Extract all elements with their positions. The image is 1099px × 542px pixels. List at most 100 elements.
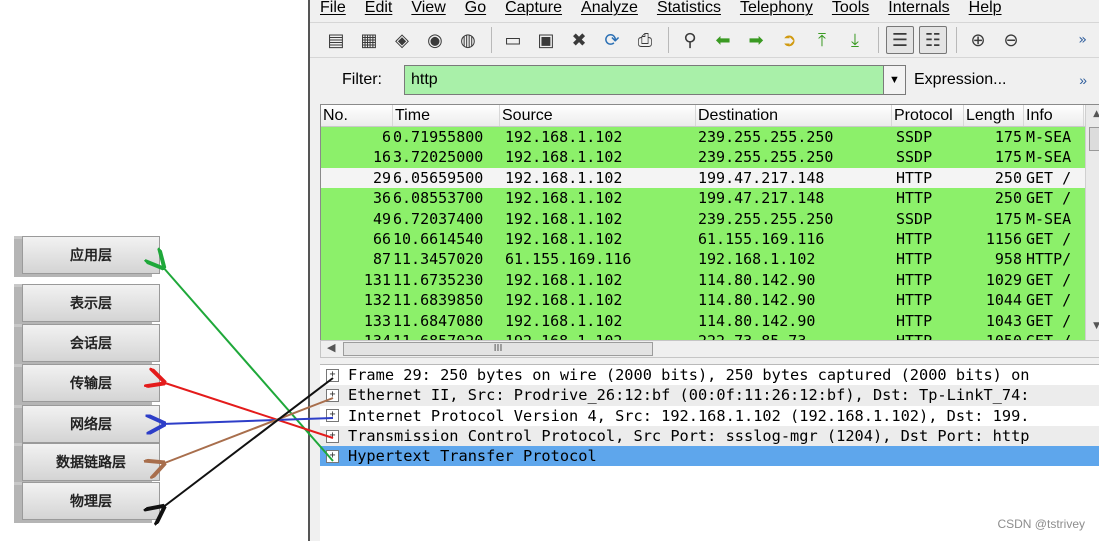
toolbar-overflow-icon[interactable]: » [1078, 32, 1087, 48]
detail-row-ethernet[interactable]: + Ethernet II, Src: Prodrive_26:12:bf (0… [320, 385, 1099, 406]
table-row[interactable]: 29 6.05659500 192.168.1.102 199.47.217.148 H… [321, 167, 1099, 189]
expand-icon[interactable]: + [326, 409, 339, 423]
osi-layer-session: 会话层 [22, 324, 160, 362]
table-row[interactable]: 16 3.72025000 192.168.1.102 239.255.255.250… [321, 147, 1099, 168]
expand-icon[interactable]: + [326, 449, 339, 463]
cell-no: 133 [363, 311, 391, 330]
table-row[interactable]: 131 11.6735230 192.168.1.102 114.80.142.90 H… [321, 269, 1099, 291]
table-row[interactable]: 6 0.71955800 192.168.1.102 239.255.255.250 S… [321, 127, 1099, 148]
close-file-icon[interactable]: ✖ [565, 26, 593, 54]
reload-icon[interactable]: ⟳ [598, 26, 626, 54]
detail-text: Ethernet II, Src: Prodrive_26:12:bf (00:… [348, 386, 1030, 405]
save-file-icon[interactable]: ▣ [532, 26, 560, 54]
packet-list: No. Time Source Destination Protocol Len… [320, 104, 1099, 342]
table-row[interactable]: 133 11.6847080 192.168.1.102 114.80.142.90 H… [321, 310, 1099, 331]
cell-length: 1156 [985, 229, 1022, 248]
cell-protocol: HTTP [896, 189, 933, 208]
cell-source: 192.168.1.102 [505, 291, 623, 310]
zoom-out-icon[interactable]: ⊖ [997, 26, 1025, 54]
go-forward-icon[interactable]: ➡ [742, 26, 770, 54]
cell-protocol: HTTP [896, 168, 933, 187]
go-to-packet-icon[interactable]: ➲ [775, 26, 803, 54]
table-row[interactable]: 36 6.08553700 192.168.1.102 199.47.217.148 H… [321, 188, 1099, 209]
menu-go[interactable]: Go [455, 0, 495, 18]
capture-options-icon[interactable]: ▦ [355, 26, 383, 54]
menu-tools[interactable]: Tools [822, 0, 878, 18]
menu-file[interactable]: File [310, 0, 355, 18]
cell-no: 87 [372, 250, 391, 269]
cell-no: 6 [381, 128, 391, 146]
scroll-up-icon[interactable]: ▲ [1093, 109, 1099, 119]
table-row[interactable]: 87 11.3457020 61.155.169.116 192.168.1.102 H… [321, 249, 1099, 270]
filter-dropdown-button[interactable]: ▼ [884, 65, 906, 95]
menu-edit[interactable]: Edit [355, 0, 402, 18]
detail-row-tcp[interactable]: + Transmission Control Protocol, Src Por… [320, 425, 1099, 447]
expand-icon[interactable]: + [326, 429, 339, 443]
column-header-no[interactable]: No. [321, 105, 393, 126]
cell-destination: 199.47.217.148 [698, 189, 825, 208]
menu-view[interactable]: View [401, 0, 454, 18]
toolbar-separator [491, 27, 492, 53]
toolbar-separator [878, 27, 879, 53]
menu-analyze[interactable]: Analyze [571, 0, 647, 18]
cell-destination: 199.47.217.148 [698, 168, 825, 187]
table-row[interactable]: 49 6.72037400 192.168.1.102 239.255.255.250… [321, 208, 1099, 229]
cell-info: HTTP/ [1026, 250, 1072, 269]
main-toolbar: ▤ ▦ ◈ ◉ ◍ ▭ ▣ ✖ ⟳ ⎙ ⚲ ⬅ ➡ ➲ ⤒ ⤓ ☰ ☷ ⊕ ⊖ … [310, 22, 1099, 58]
expand-icon[interactable]: + [326, 388, 339, 402]
menu-internals[interactable]: Internals [878, 0, 958, 18]
osi-layer-network: 网络层 [22, 405, 160, 443]
open-file-icon[interactable]: ▭ [499, 26, 527, 54]
cell-destination: 114.80.142.90 [698, 270, 816, 289]
expression-button[interactable]: Expression... [914, 71, 1006, 89]
packet-list-hscrollbar[interactable]: ◀ III [320, 340, 1099, 358]
table-row[interactable]: 66 10.6614540 192.168.1.102 61.155.169.116 H… [321, 228, 1099, 250]
scroll-left-icon[interactable]: ◀ [327, 341, 335, 354]
detail-row-ipv4[interactable]: + Internet Protocol Version 4, Src: 192.… [320, 406, 1099, 426]
filter-overflow-icon[interactable]: » [1079, 72, 1087, 88]
go-last-icon[interactable]: ⤓ [841, 26, 869, 54]
restart-capture-icon[interactable]: ◍ [454, 26, 482, 54]
cell-destination: 239.255.255.250 [698, 128, 834, 146]
go-first-icon[interactable]: ⤒ [808, 26, 836, 54]
detail-row-http[interactable]: + Hypertext Transfer Protocol [320, 446, 1099, 467]
scroll-down-icon[interactable]: ▼ [1093, 321, 1099, 331]
cell-time: 0.71955800 [393, 128, 484, 146]
find-packet-icon[interactable]: ⚲ [676, 26, 704, 54]
column-header-info[interactable]: Info [1024, 105, 1084, 126]
start-capture-icon[interactable]: ◈ [388, 26, 416, 54]
menu-telephony[interactable]: Telephony [730, 0, 822, 18]
go-back-icon[interactable]: ⬅ [709, 26, 737, 54]
print-icon[interactable]: ⎙ [631, 26, 659, 54]
menu-help[interactable]: Help [959, 0, 1011, 18]
cell-time: 10.6614540 [393, 229, 484, 248]
cell-destination: 192.168.1.102 [698, 250, 816, 269]
column-header-length[interactable]: Length [964, 105, 1024, 126]
display-filter-input[interactable]: http [404, 65, 884, 95]
auto-scroll-icon[interactable]: ☷ [919, 26, 947, 54]
table-row[interactable]: 132 11.6839850 192.168.1.102 114.80.142.90 H… [321, 290, 1099, 311]
hscroll-thumb[interactable]: III [343, 342, 653, 356]
cell-protocol: HTTP [896, 291, 933, 310]
cell-length: 1043 [985, 311, 1022, 330]
vscroll-thumb[interactable] [1089, 127, 1099, 151]
packet-list-vscrollbar[interactable]: ▲ ▼ [1085, 105, 1099, 341]
column-header-protocol[interactable]: Protocol [892, 105, 964, 126]
menu-statistics[interactable]: Statistics [647, 0, 730, 18]
zoom-in-icon[interactable]: ⊕ [964, 26, 992, 54]
menu-capture[interactable]: Capture [495, 0, 571, 18]
cell-length: 1044 [985, 291, 1022, 310]
column-header-destination[interactable]: Destination [696, 105, 892, 126]
cell-no: 16 [372, 148, 391, 167]
colorize-icon[interactable]: ☰ [886, 26, 914, 54]
interface-list-icon[interactable]: ▤ [322, 26, 350, 54]
cell-no: 132 [363, 291, 391, 310]
column-header-source[interactable]: Source [500, 105, 696, 126]
column-header-time[interactable]: Time [393, 105, 500, 126]
cell-info: GET / [1026, 311, 1072, 330]
cell-length: 958 [994, 250, 1022, 269]
detail-text: Internet Protocol Version 4, Src: 192.16… [348, 406, 1030, 425]
stop-capture-icon[interactable]: ◉ [421, 26, 449, 54]
detail-row-frame[interactable]: + Frame 29: 250 bytes on wire (2000 bits… [320, 365, 1099, 385]
expand-icon[interactable]: + [326, 368, 339, 382]
